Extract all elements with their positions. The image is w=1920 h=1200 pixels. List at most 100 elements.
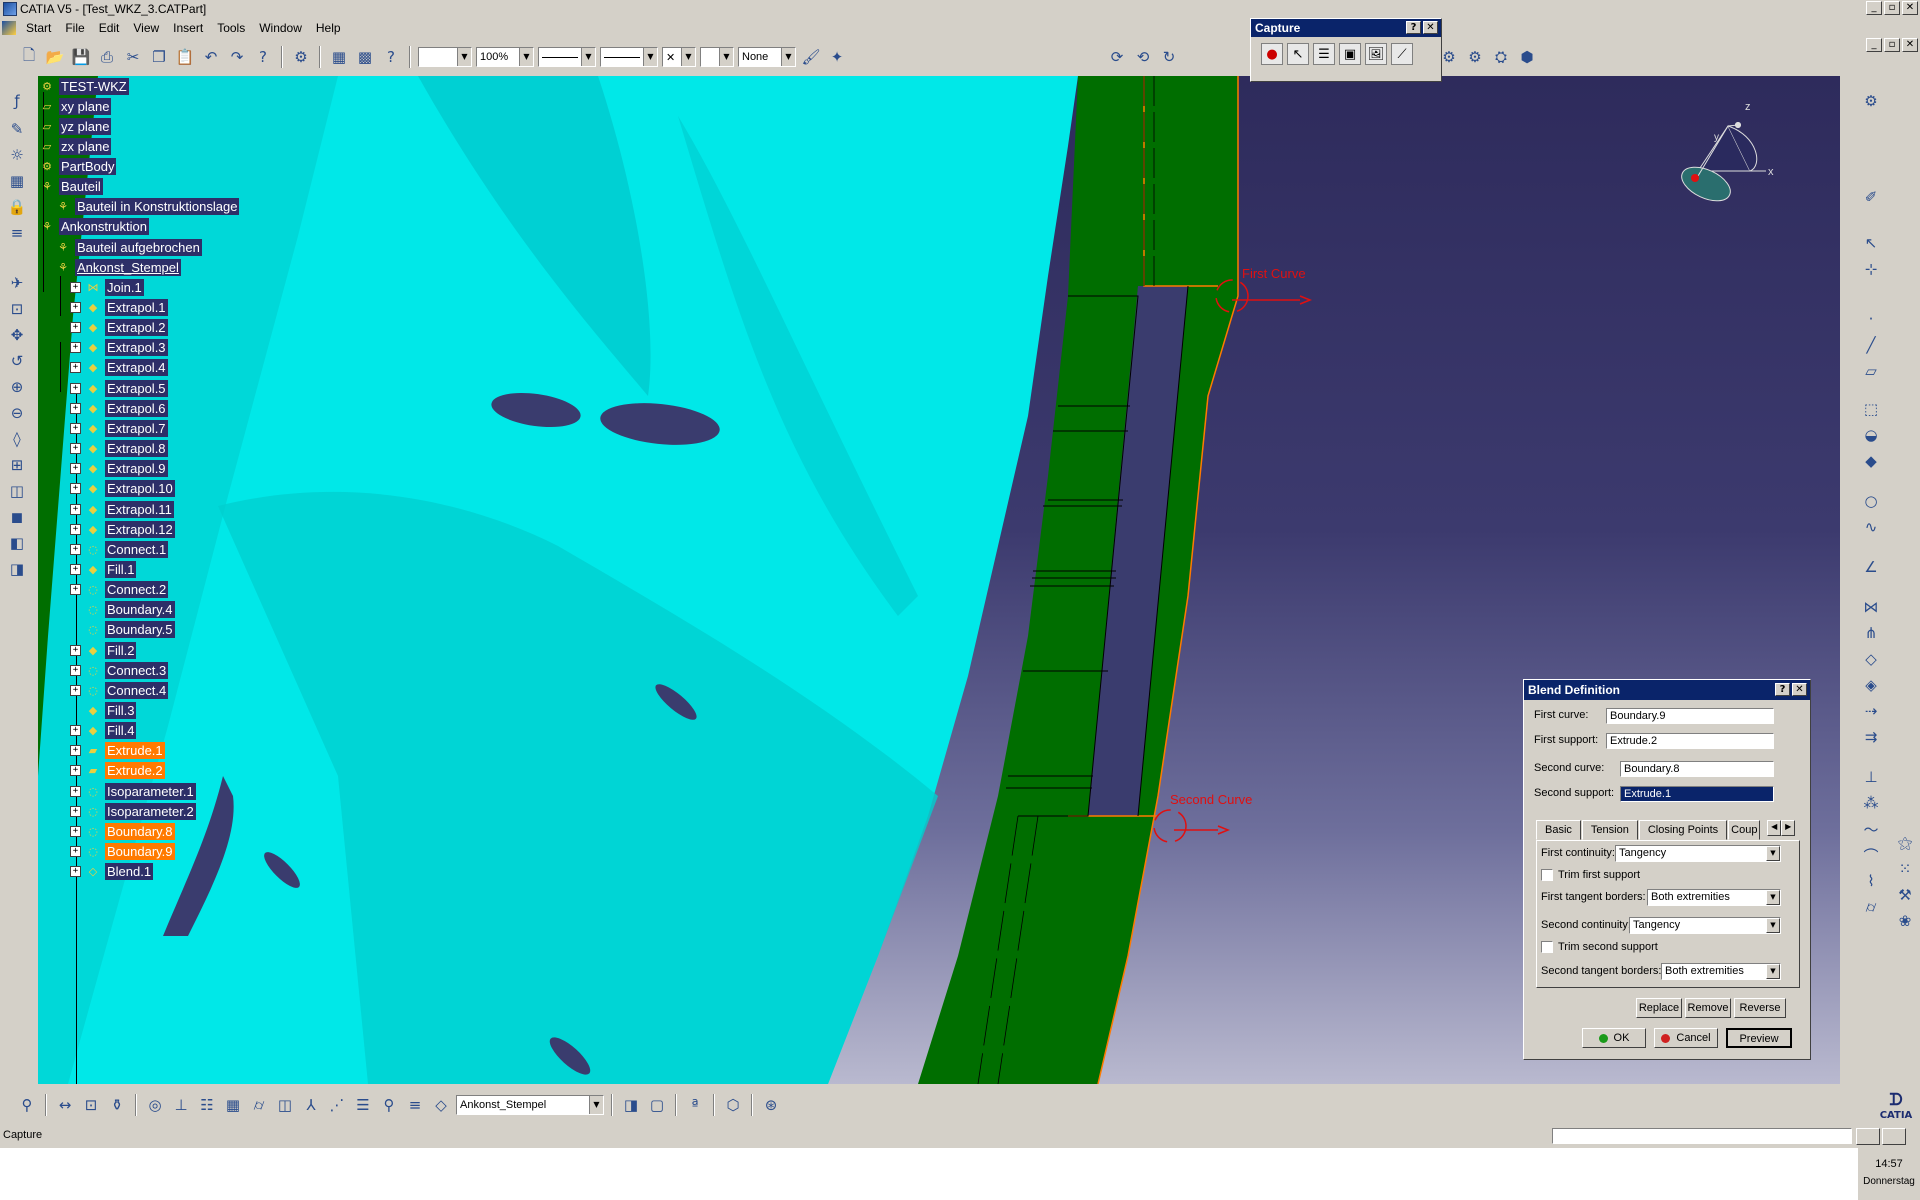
line-type-combo[interactable]: ▼ bbox=[600, 47, 658, 67]
rendering-combo[interactable]: ▼ bbox=[700, 47, 734, 67]
expand-toggle[interactable]: + bbox=[70, 443, 81, 455]
point-axis-icon[interactable]: ⅄ bbox=[300, 1094, 322, 1116]
expand-toggle[interactable]: + bbox=[70, 866, 81, 878]
cancel-button[interactable]: Cancel bbox=[1654, 1028, 1718, 1048]
line-icon[interactable]: ╱ bbox=[1860, 334, 1882, 356]
expand-toggle[interactable]: + bbox=[70, 563, 81, 575]
spline-icon[interactable]: ∿ bbox=[1860, 516, 1882, 538]
knowledge-icon[interactable]: ⚙ bbox=[290, 46, 312, 68]
print-icon[interactable]: ⎙ bbox=[96, 46, 118, 68]
menu-start[interactable]: Start bbox=[19, 21, 58, 35]
tree-root[interactable]: ⚙ TEST-WKZ bbox=[38, 76, 129, 96]
taskbar-clock[interactable]: 14:57 Donnerstag bbox=[1858, 1150, 1920, 1200]
analysis-icon[interactable]: ⌒ bbox=[1860, 844, 1882, 866]
repetition-icon[interactable]: ⁂ bbox=[1860, 792, 1882, 814]
boundary-icon[interactable]: ◇ bbox=[1860, 648, 1882, 670]
paste-icon[interactable]: 📋 bbox=[174, 46, 196, 68]
tree-item[interactable]: ◌ Boundary.4 bbox=[70, 600, 175, 620]
first-curve-field[interactable]: Boundary.9 bbox=[1606, 708, 1774, 724]
workbench-icon[interactable]: ⬢ bbox=[1516, 46, 1538, 68]
expand-toggle[interactable]: + bbox=[70, 785, 81, 797]
tree-item[interactable]: + ⋈ Join.1 bbox=[70, 277, 144, 297]
grid-plane-icon[interactable]: ▦ bbox=[222, 1094, 244, 1116]
tree-item[interactable]: + ◆ Extrapol.10 bbox=[70, 479, 175, 499]
annotation-icon[interactable]: ª bbox=[684, 1094, 706, 1116]
start-logo-icon[interactable] bbox=[2, 21, 16, 35]
update-all-icon[interactable]: ⟲ bbox=[1132, 46, 1154, 68]
tree-item[interactable]: ⚘ Ankonstruktion bbox=[38, 217, 149, 237]
line-thickness-combo[interactable]: ▼ bbox=[538, 47, 596, 67]
law-curve-icon[interactable]: 〜 bbox=[1860, 818, 1882, 840]
split-view-icon[interactable]: ◨ bbox=[620, 1094, 642, 1116]
tree-item[interactable]: + ◆ Fill.4 bbox=[70, 721, 137, 741]
tree-item[interactable]: + ◆ Extrapol.11 bbox=[70, 499, 174, 519]
first-continuity-select[interactable]: Tangency ▼ bbox=[1615, 845, 1781, 862]
stack-icon[interactable]: ≡ bbox=[404, 1094, 426, 1116]
open-icon[interactable]: 📂 bbox=[44, 46, 66, 68]
copy-icon[interactable]: ❐ bbox=[148, 46, 170, 68]
tree-item[interactable]: ⚘ Ankonst_Stempel bbox=[54, 257, 181, 277]
menu-insert[interactable]: Insert bbox=[166, 21, 210, 35]
blend-help-button[interactable]: ? bbox=[1775, 683, 1790, 696]
tree-item[interactable]: ◌ Boundary.5 bbox=[70, 620, 175, 640]
current-body-select[interactable]: Ankonst_Stempel ▼ bbox=[456, 1095, 604, 1115]
extrude-icon[interactable]: ⬚ bbox=[1860, 398, 1882, 420]
close-button[interactable]: ✕ bbox=[1902, 1, 1918, 15]
expand-toggle[interactable]: + bbox=[70, 805, 81, 817]
tree-item[interactable]: + ◇ Blend.1 bbox=[70, 862, 154, 882]
layer-icon[interactable]: ◇ bbox=[430, 1094, 452, 1116]
lock-icon[interactable]: 🔒 bbox=[6, 196, 28, 218]
cut-icon[interactable]: ✂ bbox=[122, 46, 144, 68]
command-input[interactable] bbox=[1552, 1128, 1852, 1144]
tree-item[interactable]: + ◆ Fill.2 bbox=[70, 640, 137, 660]
tree-item[interactable]: + ◆ Extrapol.3 bbox=[70, 338, 168, 358]
select-mode-icon[interactable]: ↖ bbox=[1287, 43, 1309, 65]
grid-icon[interactable]: ▩ bbox=[354, 46, 376, 68]
minimize-button[interactable]: _ bbox=[1866, 1, 1882, 15]
expand-toggle[interactable]: + bbox=[70, 725, 81, 737]
expand-toggle[interactable]: + bbox=[70, 846, 81, 858]
table-icon[interactable]: ▦ bbox=[6, 170, 28, 192]
split-icon[interactable]: ⋔ bbox=[1860, 622, 1882, 644]
expand-toggle[interactable]: + bbox=[70, 664, 81, 676]
tree-item[interactable]: + ▰ Extrude.2 bbox=[70, 761, 165, 781]
expand-toggle[interactable]: + bbox=[70, 523, 81, 535]
trim-second-checkbox[interactable] bbox=[1541, 941, 1553, 953]
expand-toggle[interactable]: + bbox=[70, 422, 81, 434]
normal-view-icon[interactable]: ◊ bbox=[6, 428, 28, 450]
expand-toggle[interactable]: + bbox=[70, 382, 81, 394]
compass[interactable] bbox=[1677, 122, 1766, 208]
tree-item[interactable]: ▱ zx plane bbox=[38, 136, 112, 156]
expand-toggle[interactable]: + bbox=[70, 362, 81, 374]
cylinder-icon[interactable]: ⌭ bbox=[1860, 896, 1882, 918]
record-icon[interactable]: ● bbox=[1261, 43, 1283, 65]
tree-item[interactable]: + ◆ Extrapol.8 bbox=[70, 439, 168, 459]
tree-item[interactable]: + ◌ Connect.4 bbox=[70, 680, 169, 700]
trim-first-support-row[interactable]: Trim first support bbox=[1541, 869, 1640, 881]
measure-item-icon[interactable]: ⊡ bbox=[80, 1094, 102, 1116]
multi-view-icon[interactable]: ⊞ bbox=[6, 454, 28, 476]
iso-view-icon[interactable]: ◫ bbox=[6, 480, 28, 502]
reverse-button[interactable]: Reverse bbox=[1734, 998, 1786, 1018]
comment-icon[interactable]: ✎ bbox=[6, 118, 28, 140]
connect-icon[interactable]: ⌇ bbox=[1860, 870, 1882, 892]
macro-icon[interactable]: ⚙ bbox=[1464, 46, 1486, 68]
curve-analysis-icon[interactable]: ◎ bbox=[144, 1094, 166, 1116]
grid-pattern-icon[interactable]: ⁙ bbox=[1894, 858, 1916, 880]
menu-edit[interactable]: Edit bbox=[92, 21, 127, 35]
options-icon[interactable]: ☰ bbox=[1313, 43, 1335, 65]
axis-system-icon[interactable]: ⊥ bbox=[1860, 766, 1882, 788]
trim-second-support-row[interactable]: Trim second support bbox=[1541, 941, 1658, 953]
translate-icon[interactable]: ⇢ bbox=[1860, 700, 1882, 722]
command-options-button[interactable] bbox=[1882, 1128, 1906, 1145]
ok-button[interactable]: OK bbox=[1582, 1028, 1646, 1048]
remove-button[interactable]: Remove bbox=[1685, 998, 1731, 1018]
maximize-button[interactable]: ▫ bbox=[1884, 1, 1900, 15]
tab-basic[interactable]: Basic bbox=[1536, 820, 1581, 840]
tree-item[interactable]: + ◌ Connect.1 bbox=[70, 539, 169, 559]
zoom-in-icon[interactable]: ⊕ bbox=[6, 376, 28, 398]
command-history-button[interactable] bbox=[1856, 1128, 1880, 1145]
tree-item[interactable]: + ◌ Isoparameter.1 bbox=[70, 781, 196, 801]
expand-toggle[interactable]: + bbox=[70, 322, 81, 334]
graphic-properties-icon[interactable]: ✦ bbox=[826, 46, 848, 68]
